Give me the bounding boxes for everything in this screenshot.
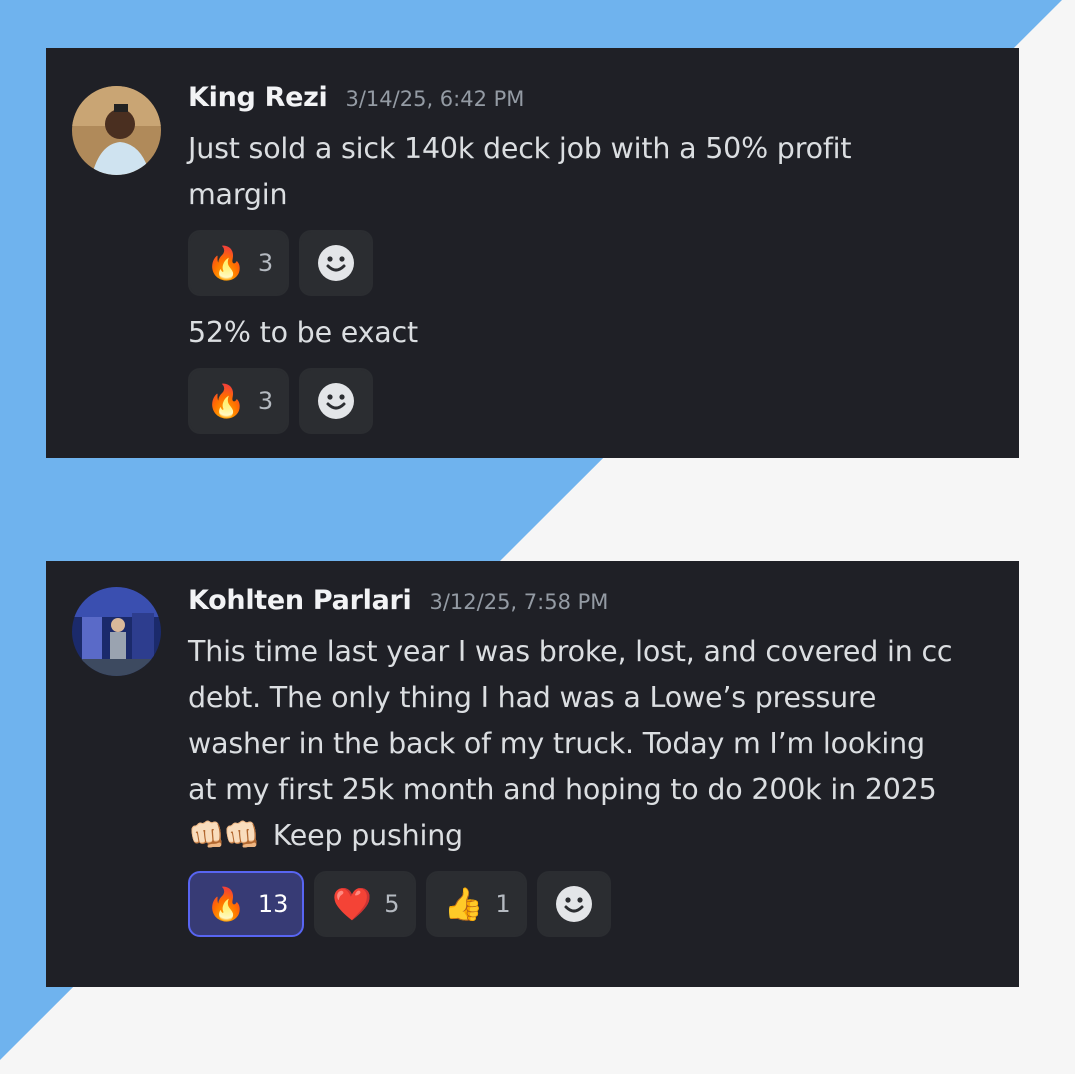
smile-add-reaction-icon bbox=[555, 886, 592, 922]
reaction-thumbs-up[interactable]: 👍 1 bbox=[425, 871, 527, 937]
reaction-count: 13 bbox=[257, 890, 289, 918]
reaction-count: 3 bbox=[257, 249, 274, 277]
avatar[interactable] bbox=[72, 86, 161, 175]
add-reaction-button[interactable] bbox=[299, 230, 374, 296]
message-text: 52% to be exact bbox=[188, 316, 418, 349]
reaction-fire[interactable]: 🔥 13 bbox=[188, 871, 305, 937]
reaction-count: 5 bbox=[384, 890, 400, 918]
reaction-heart[interactable]: ❤️ 5 bbox=[314, 871, 416, 937]
thumbs-up-emoji-icon: 👍 bbox=[443, 885, 484, 923]
add-reaction-button[interactable] bbox=[536, 871, 611, 937]
reaction-fire[interactable]: 🔥 3 bbox=[188, 368, 290, 434]
reaction-count: 1 bbox=[495, 890, 511, 918]
fire-emoji-icon: 🔥 bbox=[206, 244, 246, 282]
heart-emoji-icon: ❤️ bbox=[332, 885, 373, 923]
message-text: Just sold a sick 140k deck job with a 50… bbox=[188, 132, 852, 211]
reaction-bar: 🔥 3 bbox=[188, 368, 1001, 434]
reaction-bar: 🔥 3 bbox=[188, 230, 1001, 296]
fire-emoji-icon: 🔥 bbox=[206, 885, 246, 923]
fist-bump-emoji-icon: 👊🏻👊🏻 bbox=[188, 818, 261, 853]
reaction-count: 3 bbox=[257, 387, 274, 415]
add-reaction-button[interactable] bbox=[299, 368, 374, 434]
message-text: This time last year I was broke, lost, a… bbox=[188, 635, 953, 853]
username[interactable]: Kohlten Parlari bbox=[188, 585, 412, 616]
avatar[interactable] bbox=[72, 587, 161, 676]
reaction-bar: 🔥 13 ❤️ 5 👍 1 bbox=[188, 871, 1001, 937]
fire-emoji-icon: 🔥 bbox=[206, 382, 246, 420]
message-card-kohlten-parlari: Kohlten Parlari 3/12/25, 7:58 PM This ti… bbox=[46, 561, 1019, 987]
smile-add-reaction-icon bbox=[318, 245, 355, 281]
reaction-fire[interactable]: 🔥 3 bbox=[188, 230, 290, 296]
smile-add-reaction-icon bbox=[318, 383, 355, 419]
username[interactable]: King Rezi bbox=[188, 82, 328, 113]
message-card-king-rezi: King Rezi 3/14/25, 6:42 PM Just sold a s… bbox=[46, 48, 1019, 458]
timestamp: 3/14/25, 6:42 PM bbox=[345, 87, 525, 111]
timestamp: 3/12/25, 7:58 PM bbox=[429, 590, 609, 614]
